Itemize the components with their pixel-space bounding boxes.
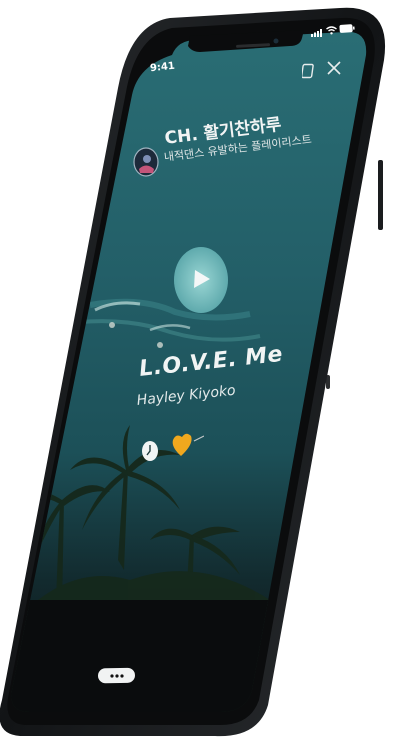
more-icon <box>110 674 114 678</box>
clock-icon[interactable] <box>141 440 159 466</box>
signal-icon <box>311 22 323 41</box>
battery-icon <box>338 17 355 37</box>
close-icon[interactable] <box>326 60 342 80</box>
play-button[interactable] <box>172 246 230 318</box>
copy-icon[interactable] <box>300 63 316 83</box>
wifi-icon <box>326 20 337 39</box>
heart-icon[interactable] <box>170 432 205 464</box>
channel-avatar[interactable] <box>133 147 159 181</box>
more-button[interactable] <box>97 667 137 689</box>
